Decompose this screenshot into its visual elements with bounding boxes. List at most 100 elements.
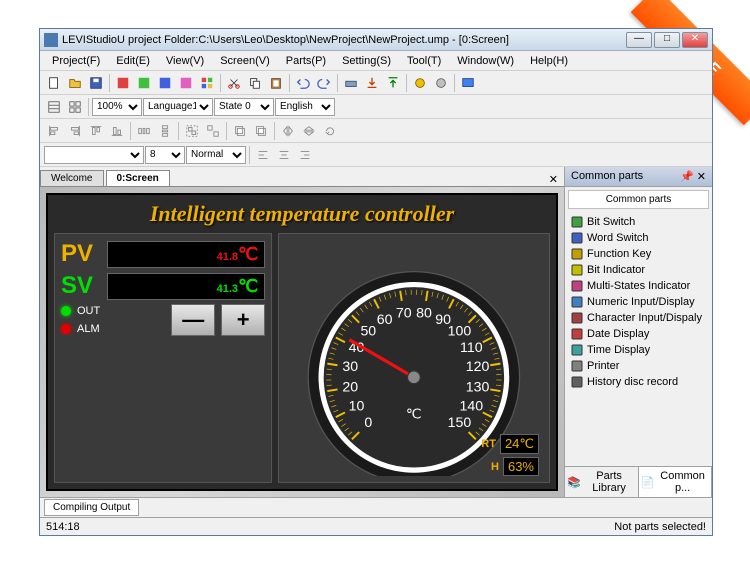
parts-item[interactable]: Bit Switch bbox=[567, 214, 710, 230]
titlebar[interactable]: LEVIStudioU project Folder:C:\Users\Leo\… bbox=[40, 29, 712, 51]
zoom-select[interactable]: 100% bbox=[92, 98, 142, 116]
menu-view[interactable]: View(V) bbox=[158, 53, 212, 69]
language-select[interactable]: Language1 bbox=[143, 98, 213, 116]
svg-text:20: 20 bbox=[343, 379, 359, 395]
tab-welcome[interactable]: Welcome bbox=[40, 170, 104, 186]
design-canvas[interactable]: Intelligent temperature controller PV 41… bbox=[40, 187, 564, 497]
state-select[interactable]: State 0 bbox=[214, 98, 274, 116]
svg-text:0: 0 bbox=[365, 415, 373, 431]
app-window: LEVIStudioU project Folder:C:\Users\Leo\… bbox=[39, 28, 713, 536]
fontstyle-select[interactable]: Normal bbox=[186, 146, 246, 164]
menu-window[interactable]: Window(W) bbox=[449, 53, 522, 69]
rotate-icon[interactable] bbox=[320, 121, 340, 141]
align-bottom-icon[interactable] bbox=[107, 121, 127, 141]
redo-icon[interactable] bbox=[314, 73, 334, 93]
locale-select[interactable]: English bbox=[275, 98, 335, 116]
parts-item[interactable]: Bit Indicator bbox=[567, 262, 710, 278]
svg-text:50: 50 bbox=[361, 324, 377, 340]
dist-h-icon[interactable] bbox=[134, 121, 154, 141]
menu-edit[interactable]: Edit(E) bbox=[108, 53, 158, 69]
sim-online-icon[interactable] bbox=[410, 73, 430, 93]
bottom-tabs: Compiling Output bbox=[40, 497, 712, 517]
ungroup-icon[interactable] bbox=[203, 121, 223, 141]
tb-pink-icon[interactable] bbox=[176, 73, 196, 93]
left-panel: PV 41.8℃ SV 41.3℃ OUT ALM bbox=[54, 233, 272, 483]
parts-item[interactable]: Character Input/Dispaly bbox=[567, 310, 710, 326]
parts-item[interactable]: History disc record bbox=[567, 374, 710, 390]
tab-compiling-output[interactable]: Compiling Output bbox=[44, 499, 139, 516]
upload-icon[interactable] bbox=[383, 73, 403, 93]
menu-tool[interactable]: Tool(T) bbox=[399, 53, 449, 69]
dist-v-icon[interactable] bbox=[155, 121, 175, 141]
parts-item[interactable]: Numeric Input/Display bbox=[567, 294, 710, 310]
screen-grid-icon[interactable] bbox=[65, 97, 85, 117]
pin-icon[interactable]: 📌 ✕ bbox=[680, 170, 706, 183]
menu-project[interactable]: Project(F) bbox=[44, 53, 108, 69]
build-icon[interactable] bbox=[341, 73, 361, 93]
parts-item[interactable]: Time Display bbox=[567, 342, 710, 358]
toolbar-font: 8 Normal bbox=[40, 143, 712, 167]
paste-icon[interactable] bbox=[266, 73, 286, 93]
svg-text:120: 120 bbox=[466, 359, 490, 375]
parts-item[interactable]: Date Display bbox=[567, 326, 710, 342]
text-left-icon[interactable] bbox=[253, 145, 273, 165]
parts-item[interactable]: Word Switch bbox=[567, 230, 710, 246]
menu-setting[interactable]: Setting(S) bbox=[334, 53, 399, 69]
part-icon bbox=[571, 328, 583, 340]
sidepanel-header: Common parts bbox=[568, 190, 709, 209]
svg-text:80: 80 bbox=[416, 306, 432, 322]
tb-green-icon[interactable] bbox=[134, 73, 154, 93]
align-right-icon[interactable] bbox=[65, 121, 85, 141]
text-right-icon[interactable] bbox=[295, 145, 315, 165]
new-icon[interactable] bbox=[44, 73, 64, 93]
sv-label: SV bbox=[61, 272, 101, 300]
status-coord: 514:18 bbox=[46, 521, 246, 533]
tab-screen0[interactable]: 0:Screen bbox=[106, 170, 170, 186]
group-icon[interactable] bbox=[182, 121, 202, 141]
sidepanel-title[interactable]: Common parts📌 ✕ bbox=[565, 167, 712, 187]
minus-button[interactable]: — bbox=[171, 304, 215, 336]
screen-list-icon[interactable] bbox=[44, 97, 64, 117]
close-button[interactable]: ✕ bbox=[682, 32, 708, 48]
tab-common-parts[interactable]: 📄Common p... bbox=[639, 467, 713, 497]
part-icon bbox=[571, 216, 583, 228]
parts-item[interactable]: Multi-States Indicator bbox=[567, 278, 710, 294]
svg-text:30: 30 bbox=[343, 359, 359, 375]
tb-blue-icon[interactable] bbox=[155, 73, 175, 93]
maximize-button[interactable]: □ bbox=[654, 32, 680, 48]
minimize-button[interactable]: — bbox=[626, 32, 652, 48]
menu-help[interactable]: Help(H) bbox=[522, 53, 576, 69]
pv-display: 41.8℃ bbox=[107, 241, 265, 268]
menu-parts[interactable]: Parts(P) bbox=[278, 53, 334, 69]
h-display: 63% bbox=[503, 457, 539, 476]
sim-offline-icon[interactable] bbox=[431, 73, 451, 93]
menu-screen[interactable]: Screen(V) bbox=[212, 53, 278, 69]
align-top-icon[interactable] bbox=[86, 121, 106, 141]
front-icon[interactable] bbox=[230, 121, 250, 141]
align-left-icon[interactable] bbox=[44, 121, 64, 141]
undo-icon[interactable] bbox=[293, 73, 313, 93]
screen-blue-icon[interactable] bbox=[458, 73, 478, 93]
back-icon[interactable] bbox=[251, 121, 271, 141]
part-label: History disc record bbox=[587, 376, 678, 388]
flip-v-icon[interactable] bbox=[299, 121, 319, 141]
tab-parts-library[interactable]: 📚Parts Library bbox=[565, 467, 639, 497]
svg-text:60: 60 bbox=[377, 312, 393, 328]
save-icon[interactable] bbox=[86, 73, 106, 93]
parts-item[interactable]: Printer bbox=[567, 358, 710, 374]
tb-grid-icon[interactable] bbox=[197, 73, 217, 93]
tab-close-icon[interactable]: ✕ bbox=[543, 173, 564, 186]
part-label: Function Key bbox=[587, 248, 651, 260]
copy-icon[interactable] bbox=[245, 73, 265, 93]
tb-red-icon[interactable] bbox=[113, 73, 133, 93]
download-icon[interactable] bbox=[362, 73, 382, 93]
fontsize-select[interactable]: 8 bbox=[145, 146, 185, 164]
parts-item[interactable]: Function Key bbox=[567, 246, 710, 262]
text-center-icon[interactable] bbox=[274, 145, 294, 165]
common-parts-panel: Common parts📌 ✕ Common parts Bit SwitchW… bbox=[564, 167, 712, 497]
flip-h-icon[interactable] bbox=[278, 121, 298, 141]
cut-icon[interactable] bbox=[224, 73, 244, 93]
font-select[interactable] bbox=[44, 146, 144, 164]
open-icon[interactable] bbox=[65, 73, 85, 93]
plus-button[interactable]: + bbox=[221, 304, 265, 336]
